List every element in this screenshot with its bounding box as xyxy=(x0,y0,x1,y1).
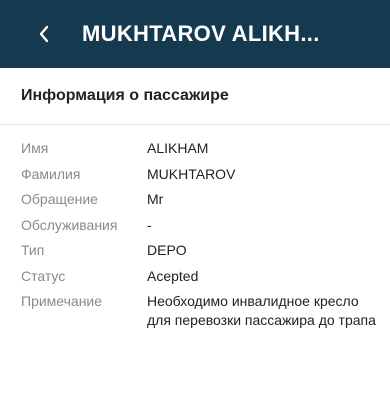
field-row-status: Статус Acepted xyxy=(21,267,390,286)
field-row-last-name: Фамилия MUKHTAROV xyxy=(21,165,390,184)
field-row-type: Тип DEPO xyxy=(21,241,390,260)
field-row-first-name: Имя ALIKHAM xyxy=(21,139,390,158)
page-title: MUKHTAROV ALIKH... xyxy=(82,21,320,46)
field-label: Тип xyxy=(21,242,45,258)
back-button[interactable] xyxy=(24,14,64,54)
field-label: Фамилия xyxy=(21,165,81,182)
field-label: Обслуживания xyxy=(21,216,118,233)
field-label: Статус xyxy=(21,267,66,284)
field-value: MUKHTAROV xyxy=(147,165,236,182)
field-value: ALIKHAM xyxy=(147,140,209,156)
field-value: - xyxy=(147,216,152,233)
field-row-services: Обслуживания - xyxy=(21,216,390,235)
field-value: Необходимо инвалидное кресло для перевоз… xyxy=(147,293,376,328)
section-title: Информация о пассажире xyxy=(21,87,229,104)
field-label: Обращение xyxy=(21,191,98,207)
field-row-salutation: Обращение Mr xyxy=(21,190,390,209)
field-value: DEPO xyxy=(147,242,187,258)
section-header: Информация о пассажире xyxy=(0,68,390,125)
passenger-details-screen: MUKHTAROV ALIKH... Информация о пассажир… xyxy=(0,0,390,401)
field-value: Acepted xyxy=(147,267,199,284)
field-value: Mr xyxy=(147,191,164,207)
passenger-fields: Имя ALIKHAM Фамилия MUKHTAROV Обращение … xyxy=(0,125,390,330)
field-row-note: Примечание Необходимо инвалидное кресло … xyxy=(21,292,390,330)
app-bar: MUKHTAROV ALIKH... xyxy=(0,0,390,68)
passenger-info-section: Информация о пассажире Имя ALIKHAM Фамил… xyxy=(0,68,390,401)
chevron-left-icon xyxy=(38,25,50,43)
field-label: Имя xyxy=(21,140,49,156)
field-label: Примечание xyxy=(21,293,103,309)
